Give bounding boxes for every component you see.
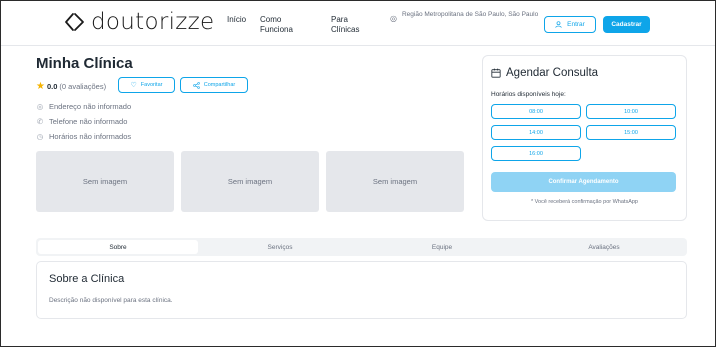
image-placeholder: Sem imagem (326, 151, 464, 212)
booking-card: Agendar Consulta Horários disponíveis ho… (482, 55, 687, 221)
signup-label: Cadastrar (611, 21, 642, 28)
logo[interactable]: doutorizze (63, 9, 214, 35)
share-button[interactable]: Compartilhar (180, 77, 248, 93)
tab-bar: Sobre Serviços Equipe Avaliações (36, 238, 687, 256)
address-info: ◎ Endereço não informado (36, 102, 131, 111)
logo-text: doutorizze (91, 9, 215, 35)
nav-para-clinicas[interactable]: Para Clínicas (331, 15, 367, 35)
tab-avaliacoes[interactable]: Avaliações (524, 240, 684, 254)
top-navbar: doutorizze Início Como Funciona Para Clí… (1, 1, 715, 46)
confirm-booking-button[interactable]: Confirmar Agendamento (491, 172, 676, 192)
time-slot[interactable]: 10:00 (586, 104, 676, 119)
location-icon: ◎ (36, 102, 44, 111)
logo-chevron-icon (65, 13, 84, 31)
favorite-label: Favoritar (140, 82, 163, 88)
image-placeholder: Sem imagem (181, 151, 319, 212)
whatsapp-note: * Você receberá confirmação por WhatsApp (530, 199, 638, 205)
heart-icon: ♡ (130, 82, 137, 89)
about-title: Sobre a Clínica (49, 273, 125, 285)
available-slots-label: Horários disponíveis hoje: (491, 91, 566, 98)
reviews-count: (0 avaliações) (59, 82, 107, 91)
clinic-name: Minha Clínica (36, 55, 133, 72)
location-selector[interactable]: ◎ Região Metropolitana de São Paulo, São… (390, 11, 540, 24)
login-label: Entrar (567, 21, 585, 28)
time-slot[interactable]: 14:00 (491, 125, 581, 140)
tab-servicos[interactable]: Serviços (200, 240, 360, 254)
tab-sobre[interactable]: Sobre (38, 240, 198, 254)
hours-info: ◷ Horários não informados (36, 132, 131, 141)
phone-info: ✆ Telefone não informado (36, 117, 128, 126)
rating-value: 0.0 (46, 82, 58, 91)
location-text: Região Metropolitana de São Paulo, São P… (401, 11, 539, 18)
user-icon (555, 21, 562, 28)
booking-title: Agendar Consulta (491, 67, 598, 79)
clock-icon: ◷ (36, 132, 44, 141)
phone-text: Telefone não informado (49, 117, 128, 126)
calendar-icon (491, 68, 501, 78)
time-slot[interactable]: 08:00 (491, 104, 581, 119)
nav-inicio[interactable]: Início (227, 15, 246, 25)
favorite-button[interactable]: ♡ Favoritar (118, 77, 175, 93)
tab-equipe[interactable]: Equipe (362, 240, 522, 254)
star-icon: ★ (36, 81, 45, 92)
time-slot[interactable]: 16:00 (491, 146, 581, 161)
signup-button[interactable]: Cadastrar (603, 16, 650, 33)
map-pin-icon: ◎ (390, 14, 397, 23)
image-placeholder: Sem imagem (36, 151, 174, 212)
address-text: Endereço não informado (49, 102, 132, 111)
time-slot[interactable]: 15:00 (586, 125, 676, 140)
booking-title-text: Agendar Consulta (506, 67, 599, 79)
about-text: Descrição não disponível para esta clíni… (49, 297, 173, 304)
about-section: Sobre a Clínica Descrição não disponível… (36, 261, 687, 319)
share-label: Compartilhar (203, 82, 236, 88)
login-button[interactable]: Entrar (544, 16, 596, 33)
nav-como-funciona[interactable]: Como Funciona (260, 15, 300, 35)
rating: ★ 0.0 (0 avaliações) (36, 81, 106, 92)
hours-text: Horários não informados (49, 132, 132, 141)
share-icon (192, 81, 200, 89)
phone-icon: ✆ (36, 117, 44, 126)
